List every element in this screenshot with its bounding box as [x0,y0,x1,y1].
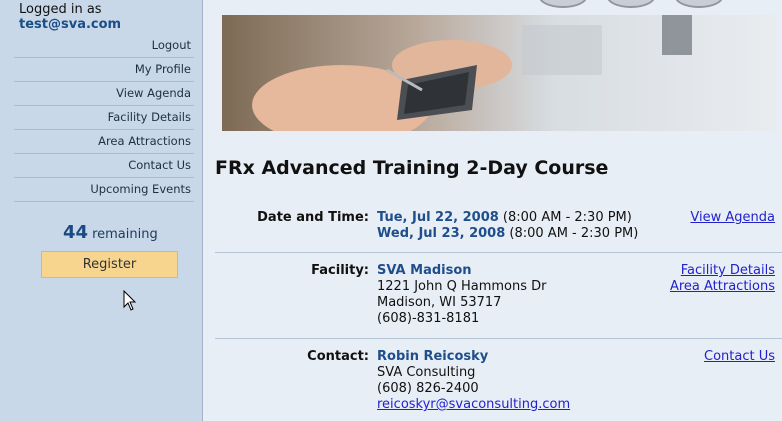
sidebar: Logged in as test@sva.com Logout My Prof… [0,0,203,421]
facility-phone: (608)-831-8181 [377,311,480,326]
top-nav-button[interactable] [607,0,655,8]
facility-name: SVA Madison [377,263,472,278]
remaining-label: remaining [92,227,158,242]
contact-links: Contact Us [704,349,775,365]
contact-value: Robin Reicosky SVA Consulting (608) 826-… [377,349,570,413]
contact-phone: (608) 826-2400 [377,381,479,396]
banner-image [222,15,776,131]
view-agenda-link[interactable]: View Agenda [690,210,775,225]
facility-address2: Madison, WI 53717 [377,295,502,310]
facility-links: Facility Details Area Attractions [670,263,775,295]
top-nav-buttons [539,0,743,12]
contact-us-link[interactable]: Contact Us [704,349,775,364]
top-nav-button[interactable] [539,0,587,8]
date-day1: Tue, Jul 22, 2008 [377,210,499,225]
date-links: View Agenda [690,210,775,226]
remaining-seats: 44 remaining [63,222,158,243]
login-user-email: test@sva.com [19,17,122,32]
mouse-cursor-icon [123,290,137,311]
top-nav-button[interactable] [675,0,723,8]
sidebar-item-logout[interactable]: Logout [14,34,194,58]
sidebar-item-area-attractions[interactable]: Area Attractions [14,130,194,154]
date-day2: Wed, Jul 23, 2008 [377,226,506,241]
divider [215,252,782,253]
remaining-count: 44 [63,222,89,243]
register-button[interactable]: Register [41,251,178,278]
page-title: FRx Advanced Training 2-Day Course [215,157,609,179]
divider [215,338,782,339]
facility-details-link[interactable]: Facility Details [681,263,775,278]
sidebar-item-view-agenda[interactable]: View Agenda [14,82,194,106]
date-time-label: Date and Time: [257,210,369,225]
date-time-value: Tue, Jul 22, 2008 (8:00 AM - 2:30 PM) We… [377,210,638,242]
sidebar-item-upcoming-events[interactable]: Upcoming Events [14,178,194,202]
sidebar-item-facility-details[interactable]: Facility Details [14,106,194,130]
main-content: FRx Advanced Training 2-Day Course Date … [203,0,782,421]
login-label: Logged in as [19,2,102,17]
sidebar-nav: Logout My Profile View Agenda Facility D… [14,34,194,202]
contact-label: Contact: [307,349,369,364]
facility-label: Facility: [311,263,369,278]
date-day1-time: (8:00 AM - 2:30 PM) [498,210,632,225]
date-day2-time: (8:00 AM - 2:30 PM) [505,226,639,241]
facility-value: SVA Madison 1221 John Q Hammons Dr Madis… [377,263,547,327]
facility-address1: 1221 John Q Hammons Dr [377,279,547,294]
sidebar-item-contact-us[interactable]: Contact Us [14,154,194,178]
sidebar-item-my-profile[interactable]: My Profile [14,58,194,82]
contact-name: Robin Reicosky [377,349,489,364]
contact-company: SVA Consulting [377,365,476,380]
contact-email-link[interactable]: reicoskyr@svaconsulting.com [377,397,570,412]
area-attractions-link[interactable]: Area Attractions [670,279,775,294]
